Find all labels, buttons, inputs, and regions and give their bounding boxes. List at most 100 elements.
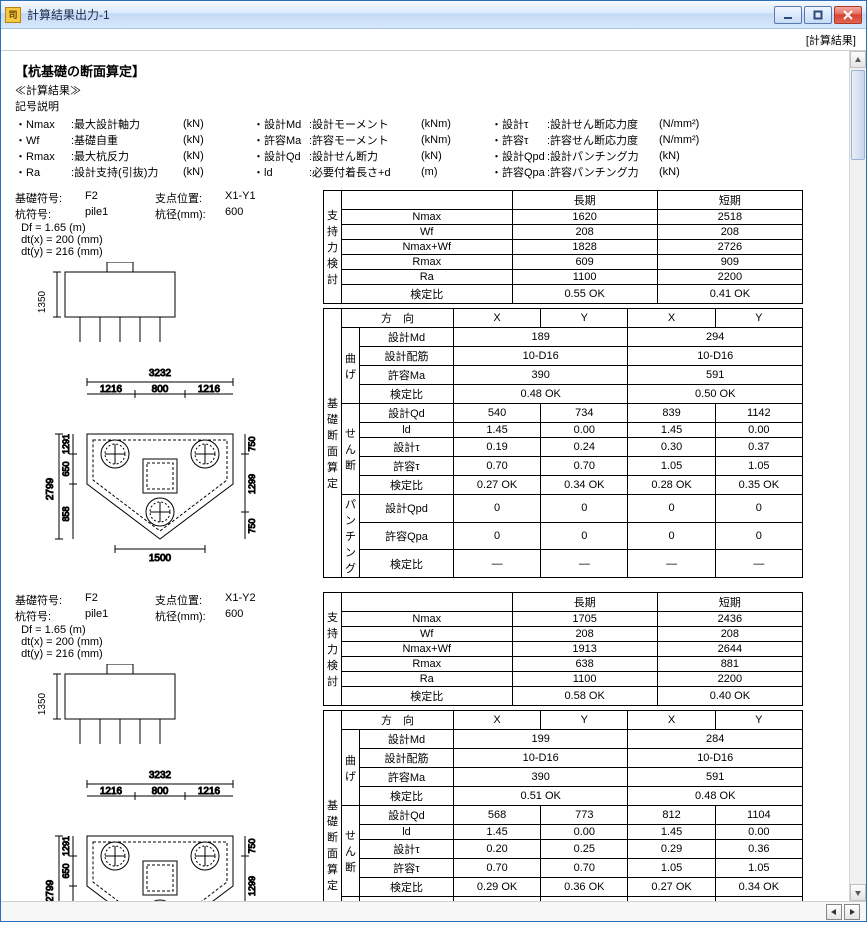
minimize-button[interactable] — [774, 6, 802, 24]
table-row: ld1.450.001.450.00 — [324, 423, 803, 438]
svg-text:3232: 3232 — [149, 770, 172, 781]
table-row: Wf208208 — [324, 225, 803, 240]
svg-text:750: 750 — [247, 838, 257, 853]
section-subtitle: ≪計算結果≫ — [15, 82, 858, 98]
scroll-down-button[interactable] — [850, 884, 866, 901]
table-row: 検定比0.29 OK0.36 OK0.27 OK0.34 OK — [324, 878, 803, 897]
content-area: 【杭基礎の断面算定】 ≪計算結果≫ 記号説明 ・Nmax:最大設計軸力(kN)・… — [1, 51, 866, 901]
block-left: 基礎符号:F2支点位置:X1-Y2杭符号:pile1杭径(mm):600 Df … — [15, 592, 315, 901]
svg-text:1299: 1299 — [247, 474, 257, 494]
legend-row: ・設計Qpd:設計パンチング力(kN) — [491, 148, 703, 164]
table-row: Rmax609909 — [324, 255, 803, 270]
svg-text:2799: 2799 — [45, 879, 56, 901]
svg-text:1350: 1350 — [37, 290, 48, 313]
group-label: 基礎断面算定 — [324, 711, 342, 902]
svg-text:750: 750 — [247, 436, 257, 451]
titlebar[interactable]: 司 計算結果出力-1 — [1, 1, 866, 29]
table-row: 検定比0.58 OK0.40 OK — [324, 687, 803, 706]
app-window: 司 計算結果出力-1 [計算結果] 【杭基礎の断面算定】 ≪計算結果≫ 記号説明… — [0, 0, 867, 922]
table-row: Nmax+Wf18282726 — [324, 240, 803, 255]
table-row: 曲げ設計Md189294 — [324, 328, 803, 347]
legend-row: ・ld:必要付着長さ+d(m) — [253, 164, 465, 180]
group-label: 支持力検討 — [324, 191, 342, 304]
svg-text:3232: 3232 — [149, 368, 172, 379]
svg-text:1216: 1216 — [198, 384, 221, 395]
table-row: 許容Qpa0000 — [324, 522, 803, 550]
table-row: 検定比0.48 OK0.50 OK — [324, 385, 803, 404]
legend-row: ・許容Ma:許容モーメント(kNm) — [253, 132, 465, 148]
elevation-diagram: 1350 — [15, 262, 185, 357]
svg-text:1216: 1216 — [100, 786, 123, 797]
support-table: 支持力検討長期短期Nmax16202518Wf208208Nmax+Wf1828… — [323, 190, 803, 304]
svg-text:1291: 1291 — [61, 434, 71, 454]
legend-row: ・設計Qd:設計せん断力(kN) — [253, 148, 465, 164]
table-row: Ra11002200 — [324, 270, 803, 285]
table-row: 検定比0.55 OK0.41 OK — [324, 285, 803, 304]
table-row: せん断設計Qd5407348391142 — [324, 404, 803, 423]
legend-row: ・設計τ:設計せん断応力度(N/mm²) — [491, 116, 703, 132]
svg-text:650: 650 — [61, 863, 71, 878]
legend-row: ・Wf:基礎自重(kN) — [15, 132, 227, 148]
table-row: 許容τ0.700.701.051.05 — [324, 457, 803, 476]
svg-text:1216: 1216 — [198, 786, 221, 797]
svg-text:650: 650 — [61, 461, 71, 476]
support-table: 支持力検討長期短期Nmax17052436Wf208208Nmax+Wf1913… — [323, 592, 803, 706]
svg-text:1216: 1216 — [100, 384, 123, 395]
table-row: 検定比0.27 OK0.34 OK0.28 OK0.35 OK — [324, 476, 803, 495]
bottom-bar — [1, 901, 866, 921]
table-row: 検定比0.51 OK0.48 OK — [324, 787, 803, 806]
table-row: パンチング設計Qpd0000 — [324, 495, 803, 523]
group-label: 支持力検討 — [324, 593, 342, 706]
section-title: 【杭基礎の断面算定】 — [15, 61, 858, 80]
table-row: Wf208208 — [324, 627, 803, 642]
svg-text:800: 800 — [152, 384, 169, 395]
svg-text:750: 750 — [247, 518, 257, 533]
section-table: 基礎断面算定方 向XYXY曲げ設計Md189294設計配筋10-D1610-D1… — [323, 308, 803, 578]
svg-text:858: 858 — [61, 506, 71, 521]
table-row: 曲げ設計Md199284 — [324, 730, 803, 749]
block-right: 支持力検討長期短期Nmax17052436Wf208208Nmax+Wf1913… — [323, 592, 858, 901]
table-row: 設計配筋10-D1610-D16 — [324, 347, 803, 366]
legend-label: 記号説明 — [15, 98, 858, 114]
legend-row: ・設計Md:設計モーメント(kNm) — [253, 116, 465, 132]
table-row: 許容Ma390591 — [324, 768, 803, 787]
svg-text:1350: 1350 — [37, 692, 48, 715]
tab-bar: [計算結果] — [1, 29, 866, 51]
close-button[interactable] — [834, 6, 862, 24]
legend-row: ・Rmax:最大杭反力(kN) — [15, 148, 227, 164]
block-left: 基礎符号:F2支点位置:X1-Y1杭符号:pile1杭径(mm):600 Df … — [15, 190, 315, 582]
group-label: 基礎断面算定 — [324, 309, 342, 578]
scroll-thumb[interactable] — [851, 70, 865, 160]
svg-text:1291: 1291 — [61, 836, 71, 856]
tab-label[interactable]: [計算結果] — [806, 32, 856, 48]
section-table: 基礎断面算定方 向XYXY曲げ設計Md199284設計配筋10-D1610-D1… — [323, 710, 803, 901]
table-row: 検定比―――― — [324, 550, 803, 578]
table-row: Ra11002200 — [324, 672, 803, 687]
legend-row: ・Nmax:最大設計軸力(kN) — [15, 116, 227, 132]
table-row: Nmax17052436 — [324, 612, 803, 627]
svg-text:2799: 2799 — [45, 477, 56, 500]
vertical-scrollbar[interactable] — [849, 51, 866, 901]
next-page-button[interactable] — [844, 904, 860, 920]
scroll-up-button[interactable] — [850, 51, 866, 68]
maximize-button[interactable] — [804, 6, 832, 24]
legend: ・Nmax:最大設計軸力(kN)・Wf:基礎自重(kN)・Rmax:最大杭反力(… — [15, 116, 858, 180]
scroll-track[interactable] — [850, 68, 866, 884]
table-row: 設計τ0.200.250.290.36 — [324, 840, 803, 859]
table-row: Nmax16202518 — [324, 210, 803, 225]
table-row: Nmax+Wf19132644 — [324, 642, 803, 657]
table-row: 設計配筋10-D1610-D16 — [324, 749, 803, 768]
svg-text:1500: 1500 — [149, 553, 172, 564]
prev-page-button[interactable] — [826, 904, 842, 920]
table-row: せん断設計Qd5687738121104 — [324, 806, 803, 825]
table-row: パンチング設計Qpd0000 — [324, 897, 803, 902]
svg-text:800: 800 — [152, 786, 169, 797]
table-row: 許容Ma390591 — [324, 366, 803, 385]
app-icon: 司 — [5, 7, 21, 23]
table-row: 設計τ0.190.240.300.37 — [324, 438, 803, 457]
calculation-block: 基礎符号:F2支点位置:X1-Y1杭符号:pile1杭径(mm):600 Df … — [15, 190, 858, 582]
table-row: 許容τ0.700.701.051.05 — [324, 859, 803, 878]
legend-row: ・許容Qpa:許容パンチング力(kN) — [491, 164, 703, 180]
plan-diagram: 3232 1216 800 1216 1500 2799 1291 650 858 750 1299… — [15, 364, 285, 564]
legend-row: ・許容τ:許容せん断応力度(N/mm²) — [491, 132, 703, 148]
